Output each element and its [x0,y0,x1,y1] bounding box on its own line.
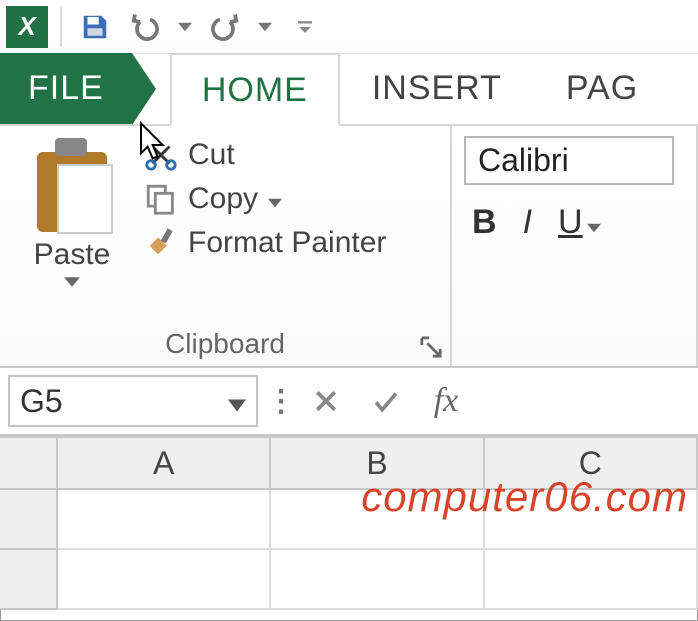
tab-file[interactable]: FILE [0,53,132,124]
font-style-row: B I U [464,203,684,242]
bold-label: B [472,203,497,241]
name-box-dropdown[interactable] [228,383,246,420]
redo-dropdown[interactable] [254,6,276,48]
grid-row-2 [0,550,698,610]
column-headers-row: A B C [0,436,698,490]
tab-file-label: FILE [28,69,104,107]
cut-button[interactable]: Cut [140,136,390,174]
column-header-c[interactable]: C [485,438,698,488]
cell-a2[interactable] [58,550,271,610]
col-label: A [153,445,174,482]
resize-handle-icon[interactable]: ⋮ [266,384,296,419]
x-icon [311,386,341,416]
copy-dropdown-icon[interactable] [268,182,282,216]
font-name-combobox[interactable]: Calibri [464,136,674,185]
format-painter-button[interactable]: Format Painter [140,224,390,262]
fx-label: fx [434,382,459,420]
row-header-2[interactable] [0,550,58,610]
font-name-value: Calibri [478,142,569,178]
ribbon-group-clipboard: Paste Cut Copy [0,126,452,366]
format-painter-label: Format Painter [188,226,386,260]
tab-insert[interactable]: INSERT [340,51,534,124]
cut-label: Cut [188,138,235,172]
name-box[interactable]: G5 [8,375,258,427]
undo-icon [130,12,160,42]
paste-label: Paste [34,238,111,272]
column-header-a[interactable]: A [58,438,271,488]
tab-insert-label: INSERT [372,69,502,107]
underline-button[interactable]: U [558,203,601,242]
name-box-value: G5 [20,383,63,420]
bold-button[interactable]: B [472,203,497,242]
grid-row-1 [0,490,698,550]
ribbon-group-font: Calibri B I U [452,126,698,366]
underline-dropdown-icon[interactable] [587,203,601,242]
copy-icon [144,182,178,216]
cell-c2[interactable] [485,550,698,610]
enter-formula-button[interactable] [356,386,416,416]
clipboard-group-label: Clipboard [12,322,438,362]
tab-page-label: PAG [566,69,638,107]
insert-function-button[interactable]: fx [416,382,476,420]
cell-b2[interactable] [271,550,484,610]
redo-icon [210,12,240,42]
ribbon-tabs: FILE HOME INSERT PAG [0,54,698,126]
separator [60,7,62,47]
column-header-b[interactable]: B [271,438,484,488]
cell-c1[interactable] [485,490,698,550]
clipboard-small-buttons: Cut Copy Format Painter [132,134,390,322]
paste-icon [33,138,111,234]
ribbon: Paste Cut Copy [0,126,698,368]
row-header-1[interactable] [0,490,58,550]
font-content: Calibri B I U [464,134,684,242]
scissors-icon [144,138,178,172]
formula-bar-row: G5 ⋮ fx [0,368,698,436]
cancel-formula-button[interactable] [296,386,356,416]
clipboard-content: Paste Cut Copy [12,134,438,322]
paintbrush-icon [144,226,178,260]
col-label: C [579,445,602,482]
italic-button[interactable]: I [523,203,532,242]
italic-label: I [523,203,532,241]
customize-qat-dropdown[interactable] [294,6,316,48]
save-icon [80,12,110,42]
paste-dropdown[interactable] [64,274,80,292]
underline-label: U [558,203,583,242]
cell-b1[interactable] [271,490,484,550]
copy-label: Copy [188,182,258,216]
col-label: B [366,445,387,482]
excel-logo-icon [6,6,48,48]
quick-access-toolbar [0,0,698,54]
copy-button[interactable]: Copy [140,180,390,218]
undo-dropdown[interactable] [174,6,196,48]
redo-button[interactable] [204,6,246,48]
save-button[interactable] [74,6,116,48]
worksheet-area: A B C [0,436,698,610]
tab-home-label: HOME [202,71,308,109]
select-all-corner[interactable] [0,438,58,488]
tab-home[interactable]: HOME [170,53,340,126]
undo-button[interactable] [124,6,166,48]
paste-button[interactable]: Paste [12,134,132,322]
cell-a1[interactable] [58,490,271,550]
tab-page-layout[interactable]: PAG [534,51,670,124]
clipboard-dialog-launcher[interactable] [420,336,442,358]
check-icon [371,386,401,416]
